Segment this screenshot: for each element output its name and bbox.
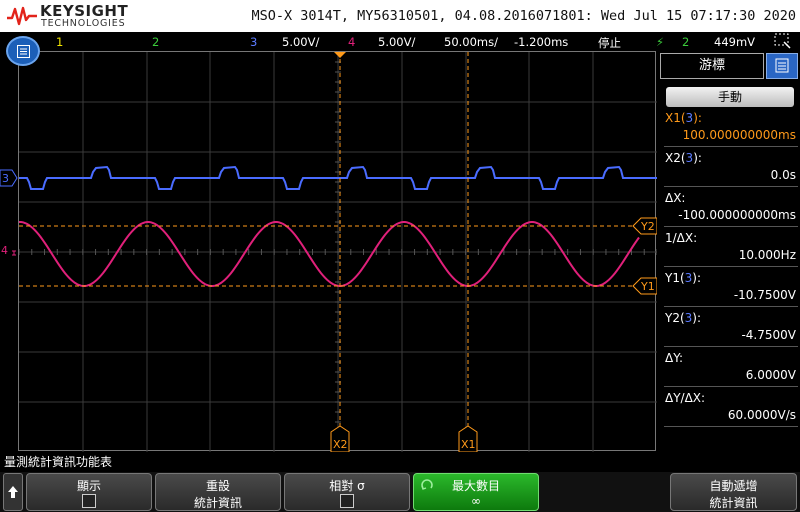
- y1-label-close: ):: [692, 271, 702, 285]
- channel-1-label[interactable]: 1: [56, 35, 63, 49]
- auto-increment-label-2: 統計資訊: [709, 496, 758, 510]
- x2-label-close: ):: [693, 151, 702, 165]
- svg-text:Y1: Y1: [640, 280, 655, 293]
- cursor-y2-label[interactable]: Y2: [632, 217, 657, 235]
- x2-value: 0.0s: [770, 168, 796, 182]
- svg-text:X2: X2: [333, 438, 348, 451]
- top-header: KEYSIGHT TECHNOLOGIES MSO-X 3014T, MY563…: [0, 0, 800, 32]
- cursor-x2-field[interactable]: X2(3): 0.0s: [664, 149, 798, 187]
- cursor-x1-field[interactable]: X1(3): 100.000000000ms: [664, 109, 798, 147]
- delta-y-over-delta-x-field: ΔY/ΔX: 60.0000V/s: [664, 389, 798, 427]
- main-menu-button[interactable]: [6, 36, 40, 66]
- cursor-panel-tab[interactable]: 游標: [660, 53, 764, 79]
- delta-y-over-delta-x-value: 60.0000V/s: [727, 408, 796, 422]
- channel-3-ground-marker[interactable]: 3: [0, 169, 18, 187]
- auto-increment-statistics-softkey[interactable]: 自動遞增 統計資訊: [670, 473, 797, 511]
- svg-text:4: 4: [1, 244, 8, 257]
- cursor-x2-label[interactable]: X2: [330, 425, 350, 452]
- x1-value: 100.000000000ms: [682, 128, 796, 142]
- channel-4-ground-marker[interactable]: 4: [0, 242, 18, 260]
- inverse-delta-x-field: 1/ΔX: 10.000Hz: [664, 229, 798, 267]
- display-softkey[interactable]: 顯示: [26, 473, 152, 511]
- relative-sigma-softkey[interactable]: 相對 σ: [284, 473, 410, 511]
- panel-menu-icon[interactable]: [766, 53, 798, 79]
- reset-statistics-softkey[interactable]: 重設 統計資訊: [155, 473, 281, 511]
- reset-softkey-label-2: 統計資訊: [193, 496, 242, 510]
- max-count-label: 最大數目: [451, 479, 500, 493]
- keysight-logo-icon: [7, 6, 37, 26]
- channel-4-scale[interactable]: 5.00V/: [378, 35, 415, 49]
- inverse-delta-x-value: 10.000Hz: [738, 248, 796, 262]
- channel-status-bar: 1 2 3 5.00V/ 4 5.00V/ 50.00ms/ -1.200ms …: [0, 32, 800, 52]
- y1-value: -10.7500V: [733, 288, 796, 302]
- waveform-display[interactable]: X2 X1 Y2 Y1: [18, 51, 657, 452]
- back-button[interactable]: [3, 473, 23, 511]
- cursor-y1-label[interactable]: Y1: [632, 277, 657, 295]
- max-count-value: ∞: [471, 494, 481, 508]
- x1-label: X1(: [665, 111, 686, 125]
- delta-x-label: ΔX:: [665, 191, 686, 205]
- max-count-softkey[interactable]: 最大數目 ∞: [413, 473, 539, 511]
- relative-sigma-label: 相對 σ: [329, 479, 365, 493]
- x1-label-close: ):: [693, 111, 702, 125]
- cursor-mode-button[interactable]: 手動: [666, 87, 794, 107]
- channel-4-waveform: [19, 221, 640, 287]
- timebase-scale[interactable]: 50.00ms/: [444, 35, 498, 49]
- y2-value: -4.7500V: [741, 328, 796, 342]
- instrument-info: MSO-X 3014T, MY56310501, 04.08.201607180…: [251, 8, 796, 24]
- delta-y-over-delta-x-label: ΔY/ΔX:: [665, 391, 706, 405]
- svg-text:Y2: Y2: [640, 220, 655, 233]
- relative-sigma-checkbox[interactable]: [340, 494, 354, 508]
- menu-icon: [17, 45, 30, 58]
- horizontal-delay[interactable]: -1.200ms: [514, 35, 568, 49]
- delta-x-value: -100.000000000ms: [678, 208, 796, 222]
- y2-label-close: ):: [692, 311, 702, 325]
- channel-3-label[interactable]: 3: [250, 35, 257, 49]
- delta-y-label: ΔY:: [665, 351, 683, 365]
- cursor-panel: 游標 手動 X1(3): 100.000000000ms X2(3): 0.0s…: [660, 51, 800, 451]
- graticule-grid: X2 X1 Y2 Y1: [19, 52, 657, 452]
- trigger-edge-icon: ⚡: [656, 35, 665, 49]
- delta-y-value: 6.0000V: [745, 368, 796, 382]
- x2-label: X2(: [665, 151, 686, 165]
- delta-y-field: ΔY: 6.0000V: [664, 349, 798, 387]
- cursor-y1-field[interactable]: Y1(3): -10.7500V: [664, 269, 798, 307]
- run-state[interactable]: 停止: [598, 35, 621, 51]
- channel-3-scale[interactable]: 5.00V/: [282, 35, 319, 49]
- inverse-delta-x-label: 1/ΔX:: [665, 231, 698, 245]
- softkey-menu-title: 量測統計資訊功能表: [0, 452, 800, 472]
- reset-softkey-label-1: 重設: [205, 479, 230, 493]
- y1-label: Y1(: [665, 271, 685, 285]
- softkey-bar: 顯示 重設 統計資訊 相對 σ 最大數目 ∞ 自動遞增 統計資訊: [0, 472, 800, 512]
- y2-label: Y2(: [665, 311, 685, 325]
- display-checkbox[interactable]: [82, 494, 96, 508]
- svg-text:3: 3: [2, 172, 9, 185]
- trigger-source[interactable]: 2: [682, 35, 689, 49]
- auto-increment-label-1: 自動遞增: [709, 479, 758, 493]
- measurement-icon[interactable]: [774, 33, 792, 52]
- cursor-x1-label[interactable]: X1: [458, 425, 478, 452]
- svg-text:X1: X1: [461, 438, 476, 451]
- trigger-position-marker[interactable]: [334, 52, 346, 58]
- delta-x-field: ΔX: -100.000000000ms: [664, 189, 798, 227]
- channel-2-label[interactable]: 2: [152, 35, 159, 49]
- cursor-y2-field[interactable]: Y2(3): -4.7500V: [664, 309, 798, 347]
- trigger-level[interactable]: 449mV: [714, 35, 755, 49]
- channel-4-label[interactable]: 4: [348, 35, 355, 49]
- brand-subtitle: TECHNOLOGIES: [41, 18, 126, 29]
- display-softkey-label: 顯示: [76, 479, 101, 493]
- up-arrow-icon: [8, 486, 18, 498]
